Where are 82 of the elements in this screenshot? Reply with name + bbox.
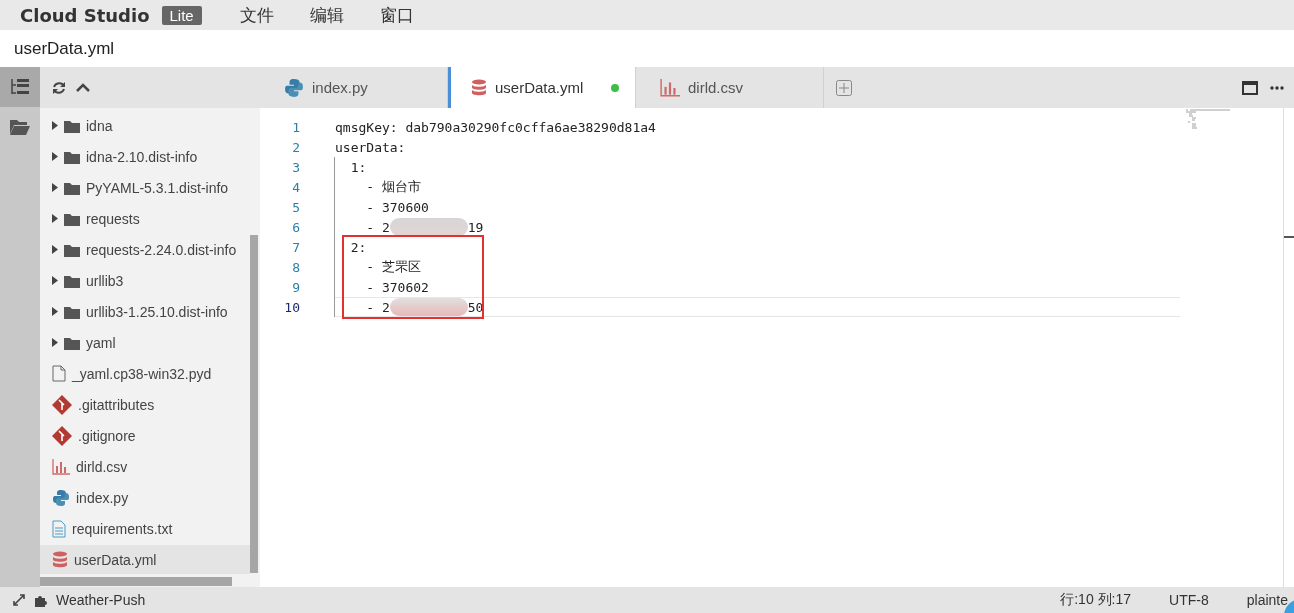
git-icon <box>52 425 72 446</box>
brand-name: Cloud Studio <box>20 4 150 26</box>
code-text: userData: <box>335 139 406 155</box>
line-number: 8 <box>291 259 300 275</box>
database-icon <box>52 550 68 569</box>
file-tree-item[interactable]: dirld.csv <box>40 452 250 481</box>
file-tree-item[interactable]: requirements.txt <box>40 514 250 543</box>
code-text: 50 <box>467 299 484 315</box>
folder-icon <box>64 180 80 195</box>
python-icon <box>52 488 70 507</box>
expand-icon <box>12 593 26 607</box>
vertical-scrollbar[interactable] <box>250 235 258 573</box>
more-icon <box>1270 85 1284 90</box>
folder-open-icon <box>10 119 30 135</box>
window-icon <box>1242 80 1258 95</box>
menu-item[interactable]: 文件 <box>221 3 292 27</box>
file-tree-item[interactable]: .gitignore <box>40 421 250 450</box>
python-icon <box>284 77 304 98</box>
file-tree-item[interactable]: requests <box>40 204 250 233</box>
maximize-button[interactable] <box>1242 80 1258 95</box>
file-tree-item[interactable]: urllib3-1.25.10.dist-info <box>40 297 250 326</box>
menu-item[interactable]: 窗口 <box>361 3 432 27</box>
puzzle-icon <box>34 593 48 607</box>
folder-icon <box>64 242 80 257</box>
line-number: 9 <box>291 279 300 295</box>
folder-icon <box>64 304 80 319</box>
file-tree-item[interactable]: userData.yml <box>40 545 250 574</box>
code-text: 19 <box>467 219 484 235</box>
menu-item[interactable]: 编辑 <box>291 3 362 27</box>
file-tree-item[interactable]: yaml <box>40 328 250 357</box>
line-number: 10 <box>283 299 300 315</box>
code-text: 1: <box>349 159 367 175</box>
document-icon <box>52 519 66 538</box>
file-tree-item[interactable]: idna <box>40 111 250 140</box>
file-icon <box>52 365 66 382</box>
refresh-icon <box>52 80 66 95</box>
line-number: 7 <box>291 239 300 255</box>
code-text: - 烟台市 <box>365 178 421 196</box>
refresh-button[interactable] <box>52 80 66 95</box>
chevron-up-icon <box>76 82 90 93</box>
code-text: - 芝罘区 <box>365 258 421 276</box>
more-button[interactable] <box>1270 85 1284 90</box>
folder-icon <box>64 118 80 133</box>
git-icon <box>52 394 72 415</box>
horizontal-scrollbar[interactable] <box>40 577 232 586</box>
file-tree-item[interactable]: urllib3 <box>40 266 250 295</box>
bar-chart-icon <box>660 78 680 97</box>
collapse-button[interactable] <box>76 82 90 93</box>
editor-tab[interactable]: userData.yml <box>448 67 636 108</box>
bar-chart-icon <box>52 458 70 475</box>
edition-badge: Lite <box>161 5 202 25</box>
line-number: 3 <box>291 159 300 175</box>
plus-icon <box>836 79 852 96</box>
file-tree-item[interactable]: _yaml.cp38-win32.pyd <box>40 359 250 388</box>
folder-icon <box>64 273 80 288</box>
line-number: 1 <box>291 119 300 135</box>
cursor-position: 行:10 列:17 <box>1060 591 1132 609</box>
code-text: - 370602 <box>365 279 429 295</box>
folder-icon <box>64 149 80 164</box>
line-number: 4 <box>291 179 300 195</box>
code-text: 2: <box>349 239 367 255</box>
file-tree-item[interactable]: PyYAML-5.3.1.dist-info <box>40 173 250 202</box>
folder-icon <box>64 335 80 350</box>
line-number: 2 <box>291 139 300 155</box>
project-name: Weather-Push <box>56 592 146 608</box>
code-text: - 370600 <box>365 199 429 215</box>
file-tree-item[interactable]: idna-2.10.dist-info <box>40 142 250 171</box>
folder-icon <box>64 211 80 226</box>
line-number: 6 <box>291 219 300 235</box>
line-number: 5 <box>291 199 300 215</box>
file-tree-item[interactable]: requests-2.24.0.dist-info <box>40 235 250 264</box>
file-title: userData.yml <box>14 38 115 59</box>
tree-list-icon <box>10 78 30 96</box>
language-mode: plainte <box>1246 592 1288 608</box>
code-text: qmsgKey: dab790a30290fc0cffa6ae38290d81a4 <box>335 119 656 135</box>
encoding: UTF-8 <box>1169 592 1209 608</box>
outline-button[interactable] <box>0 67 40 107</box>
file-tree-item[interactable]: .gitattributes <box>40 390 250 419</box>
code-text: - 2 <box>365 299 390 315</box>
code-text: - 2 <box>365 219 390 235</box>
file-tree-item[interactable]: index.py <box>40 483 250 512</box>
database-icon <box>471 78 487 97</box>
